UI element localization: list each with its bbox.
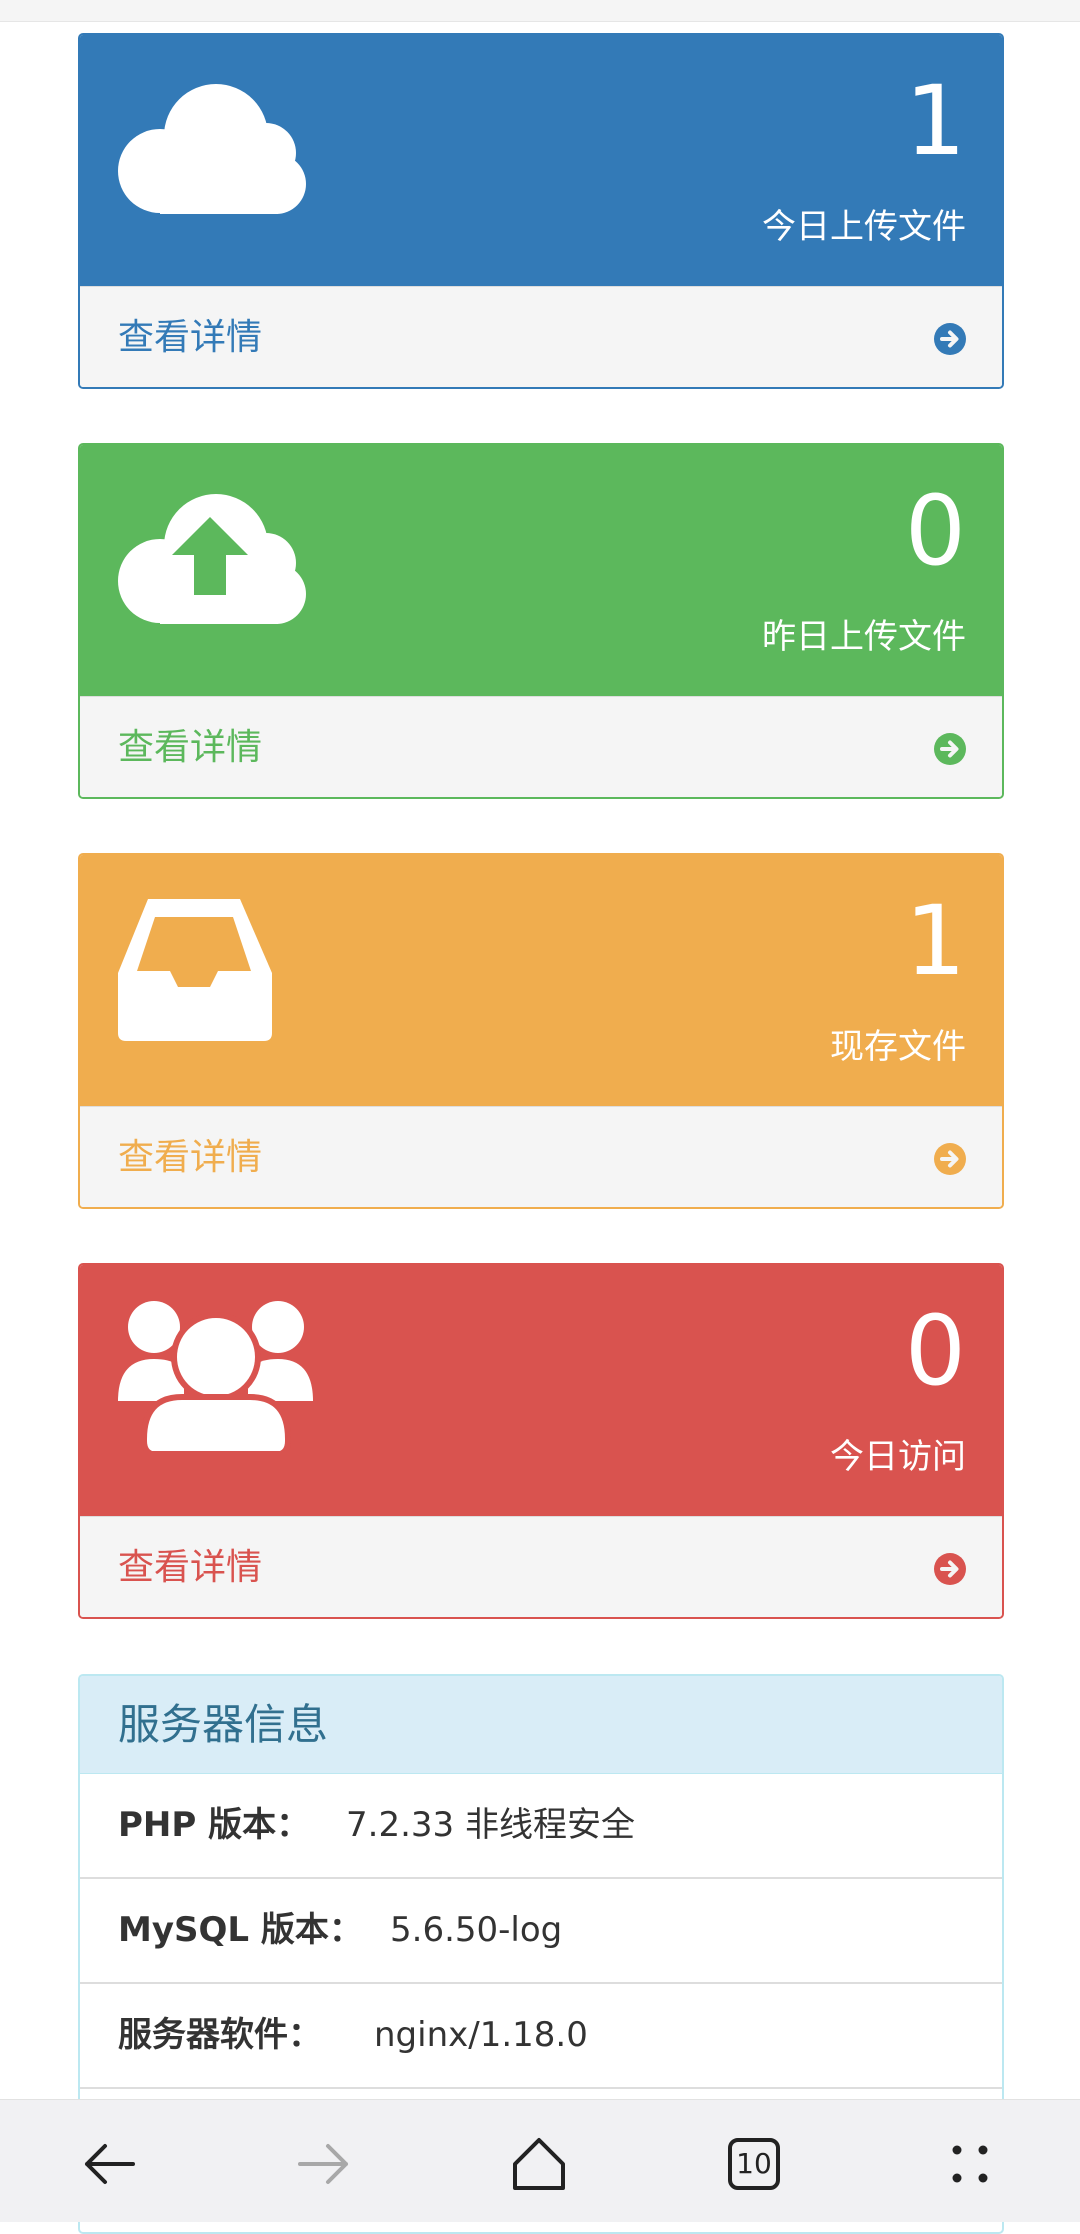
- info-row-mysql: MySQL 版本： 5.6.50-log: [80, 1879, 1002, 1984]
- cloud-upload-icon: [118, 494, 306, 624]
- view-details-text: 查看详情: [118, 317, 263, 358]
- view-details-text: 查看详情: [118, 1137, 263, 1178]
- php-version-value: 7.2.33 非线程安全: [346, 1805, 635, 1845]
- stored-files-count: 1: [904, 885, 966, 997]
- users-icon: [118, 1301, 313, 1451]
- today-visits-label: 今日访问: [830, 1437, 966, 1477]
- server-info-title: 服务器信息: [118, 1700, 329, 1749]
- mysql-version-key: MySQL 版本：: [118, 1910, 363, 1950]
- menu-dots-icon: [952, 2145, 988, 2183]
- back-arrow-icon: [85, 2144, 135, 2184]
- forward-button[interactable]: [294, 2136, 354, 2192]
- arrow-circle-right-icon: [934, 1143, 966, 1175]
- server-info-heading: 服务器信息: [80, 1676, 1002, 1774]
- top-status-strip: [0, 0, 1080, 22]
- back-button[interactable]: [79, 2136, 139, 2192]
- inbox-icon: [118, 899, 272, 1041]
- view-details-link[interactable]: 查看详情: [80, 696, 1002, 797]
- panel-heading: 1 今日上传文件: [80, 35, 1002, 286]
- panel-stored-files: 1 现存文件 查看详情: [78, 853, 1004, 1209]
- server-software-key: 服务器软件：: [118, 2015, 322, 2055]
- info-row-server-software: 服务器软件： nginx/1.18.0: [80, 1984, 1002, 2089]
- php-version-key: PHP 版本：: [118, 1805, 311, 1845]
- mysql-version-value: 5.6.50-log: [390, 1910, 563, 1950]
- browser-bottom-bar: 10: [0, 2099, 1080, 2222]
- forward-arrow-icon: [298, 2144, 348, 2184]
- arrow-circle-right-icon: [934, 323, 966, 355]
- today-visits-count: 0: [904, 1295, 966, 1407]
- panel-yesterday-uploads: 0 昨日上传文件 查看详情: [78, 443, 1004, 799]
- panel-heading: 0 今日访问: [80, 1265, 1002, 1516]
- panel-heading: 0 昨日上传文件: [80, 445, 1002, 696]
- arrow-circle-right-icon: [934, 733, 966, 765]
- view-details-link[interactable]: 查看详情: [80, 1516, 1002, 1617]
- arrow-circle-right-icon: [934, 1553, 966, 1585]
- stored-files-label: 现存文件: [830, 1027, 966, 1067]
- view-details-link[interactable]: 查看详情: [80, 286, 1002, 387]
- tab-count: 10: [736, 2147, 772, 2180]
- view-details-text: 查看详情: [118, 1547, 263, 1588]
- panel-today-visits: 0 今日访问 查看详情: [78, 1263, 1004, 1619]
- view-details-link[interactable]: 查看详情: [80, 1106, 1002, 1207]
- yesterday-uploads-count: 0: [904, 475, 966, 587]
- home-icon: [513, 2138, 565, 2190]
- tabs-button[interactable]: 10: [724, 2136, 784, 2192]
- cloud-icon: [118, 84, 306, 214]
- menu-button[interactable]: [940, 2136, 1000, 2192]
- today-uploads-label: 今日上传文件: [762, 207, 966, 247]
- view-details-text: 查看详情: [118, 727, 263, 768]
- home-button[interactable]: [509, 2136, 569, 2192]
- info-row-php: PHP 版本： 7.2.33 非线程安全: [80, 1774, 1002, 1879]
- panel-today-uploads: 1 今日上传文件 查看详情: [78, 33, 1004, 389]
- server-software-value: nginx/1.18.0: [374, 2015, 588, 2055]
- panel-heading: 1 现存文件: [80, 855, 1002, 1106]
- today-uploads-count: 1: [904, 65, 966, 177]
- yesterday-uploads-label: 昨日上传文件: [762, 617, 966, 657]
